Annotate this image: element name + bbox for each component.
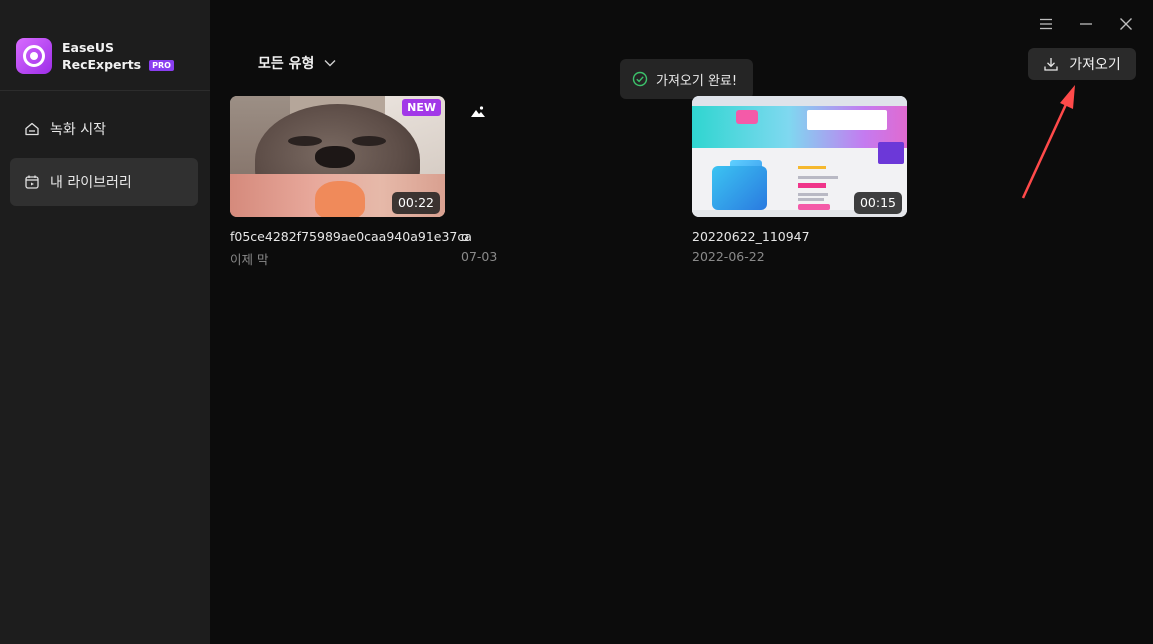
item-date: 2022-06-22 — [692, 249, 765, 264]
image-thumbnail[interactable] — [461, 96, 676, 217]
sidebar-item-label: 내 라이브러리 — [50, 175, 132, 191]
sidebar-item-start-recording[interactable]: 녹화 시작 — [10, 105, 198, 153]
import-complete-toast: 가져오기 완료! — [620, 59, 753, 99]
download-icon — [1044, 58, 1058, 71]
menu-icon — [1040, 18, 1052, 30]
pro-badge: PRO — [149, 60, 174, 71]
import-button-label: 가져오기 — [1069, 57, 1121, 73]
app-logo-icon — [16, 38, 52, 74]
brand-name: EaseUS — [62, 40, 115, 55]
library-item[interactable]: NEW 00:22 f05ce4282f75989ae0caa940a91e37… — [230, 96, 472, 268]
menu-button[interactable] — [1035, 13, 1057, 35]
duration-badge: 00:22 — [391, 192, 440, 214]
close-icon — [1120, 18, 1132, 30]
library-item[interactable]: o 07-03 — [461, 96, 676, 264]
sidebar-item-label: 녹화 시작 — [50, 122, 106, 138]
sidebar-divider — [0, 90, 210, 91]
brand: EaseUS RecExperts PRO — [16, 38, 174, 74]
library-icon — [25, 175, 39, 189]
chevron-down-icon — [324, 60, 336, 67]
brand-text: EaseUS RecExperts PRO — [62, 39, 174, 73]
minimize-icon — [1080, 23, 1092, 25]
item-date: 이제 막 — [230, 252, 269, 267]
toast-message: 가져오기 완료! — [656, 73, 738, 89]
item-title: f05ce4282f75989ae0caa940a91e37ca — [230, 229, 472, 244]
import-button[interactable]: 가져오기 — [1028, 48, 1136, 80]
broken-image-icon — [471, 106, 485, 117]
sidebar-item-my-library[interactable]: 내 라이브러리 — [10, 158, 198, 206]
check-circle-icon — [632, 71, 648, 87]
video-thumbnail[interactable]: NEW 00:22 — [230, 96, 445, 217]
item-title: 20220622_110947 — [692, 229, 810, 244]
close-button[interactable] — [1115, 13, 1137, 35]
product-name: RecExperts — [62, 57, 142, 72]
video-thumbnail[interactable]: 00:15 — [692, 96, 907, 217]
library-item[interactable]: 00:15 20220622_110947 2022-06-22 — [692, 96, 907, 264]
type-filter-label: 모든 유형 — [258, 56, 315, 72]
item-date: 07-03 — [461, 249, 498, 264]
new-badge: NEW — [402, 99, 441, 116]
duration-badge: 00:15 — [853, 192, 902, 214]
item-title: o — [461, 229, 469, 244]
type-filter-dropdown[interactable]: 모든 유형 — [258, 53, 336, 73]
home-icon — [25, 122, 39, 136]
minimize-button[interactable] — [1075, 13, 1097, 35]
sidebar: EaseUS RecExperts PRO 녹화 시작 내 라이브러리 — [0, 0, 210, 644]
